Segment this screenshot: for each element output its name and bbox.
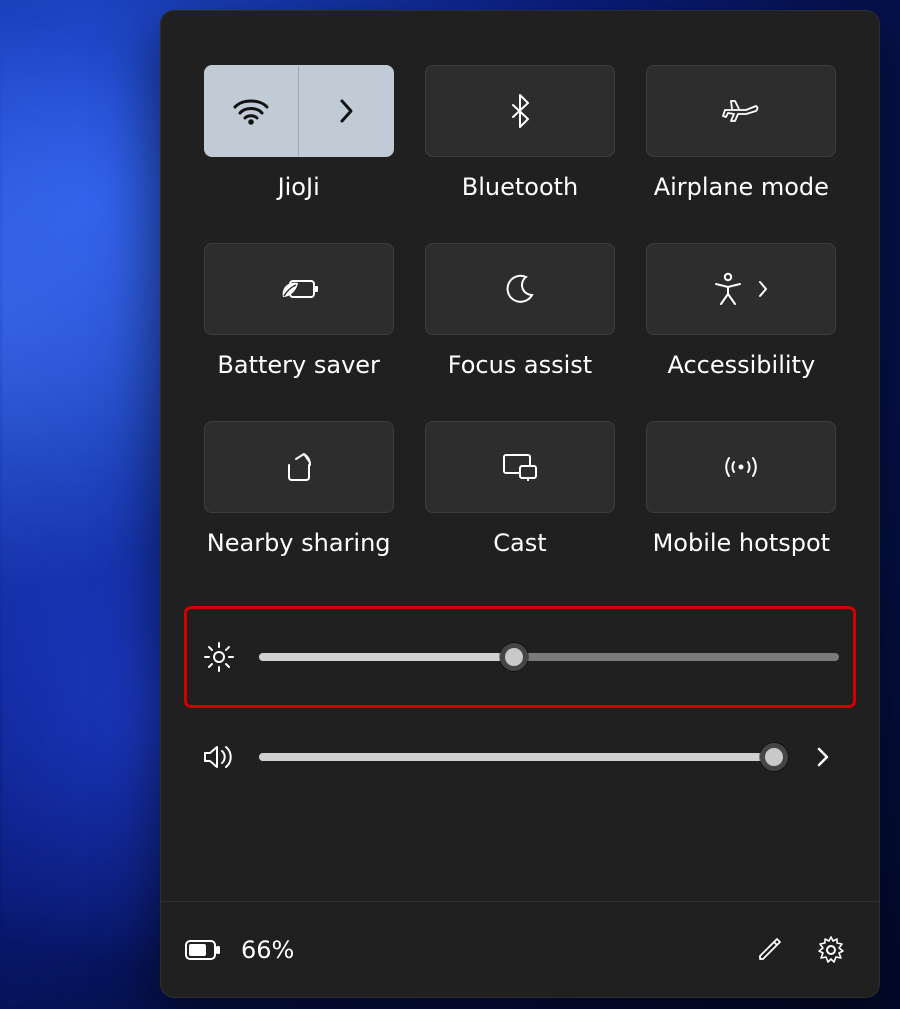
volume-icon — [201, 742, 237, 772]
brightness-icon — [201, 641, 237, 673]
tile-wrap-focus-assist: Focus assist — [422, 243, 617, 409]
moon-icon — [504, 273, 536, 305]
tile-wrap-cast: Cast — [422, 421, 617, 587]
focus-assist-label: Focus assist — [448, 351, 592, 379]
bluetooth-tile[interactable] — [425, 65, 615, 157]
volume-slider[interactable] — [259, 753, 785, 761]
quick-settings-tiles: JioJi Bluetooth Airpla — [161, 11, 879, 587]
battery-saver-tile[interactable] — [204, 243, 394, 335]
bluetooth-icon — [509, 93, 531, 129]
airplane-mode-tile[interactable] — [646, 65, 836, 157]
cast-icon — [500, 452, 540, 482]
brightness-slider-thumb[interactable] — [500, 643, 528, 671]
tile-wrap-wifi: JioJi — [201, 65, 396, 231]
wifi-tile[interactable] — [204, 65, 394, 157]
airplane-mode-label: Airplane mode — [654, 173, 829, 201]
volume-slider-thumb[interactable] — [760, 743, 788, 771]
tile-wrap-battery-saver: Battery saver — [201, 243, 396, 409]
tile-wrap-accessibility: Accessibility — [644, 243, 839, 409]
share-icon — [282, 451, 316, 483]
settings-button[interactable] — [807, 926, 855, 974]
pencil-icon — [755, 936, 783, 964]
quick-settings-footer: 66% — [161, 901, 879, 997]
quick-settings-panel: JioJi Bluetooth Airpla — [160, 10, 880, 998]
airplane-icon — [722, 94, 760, 128]
wifi-toggle[interactable] — [205, 66, 299, 156]
chevron-right-icon — [337, 97, 355, 125]
battery-icon — [185, 939, 221, 961]
tile-wrap-airplane: Airplane mode — [644, 65, 839, 231]
gear-icon — [816, 935, 846, 965]
nearby-sharing-tile[interactable] — [204, 421, 394, 513]
brightness-slider-fill — [259, 653, 514, 661]
nearby-sharing-label: Nearby sharing — [207, 529, 391, 557]
tile-wrap-hotspot: Mobile hotspot — [644, 421, 839, 587]
chevron-right-icon — [757, 279, 769, 299]
sliders-section — [161, 587, 879, 807]
volume-slider-fill — [259, 753, 774, 761]
tile-wrap-bluetooth: Bluetooth — [422, 65, 617, 231]
volume-output-button[interactable] — [807, 745, 839, 769]
mobile-hotspot-label: Mobile hotspot — [653, 529, 831, 557]
battery-saver-label: Battery saver — [217, 351, 380, 379]
tile-wrap-nearby-sharing: Nearby sharing — [201, 421, 396, 587]
battery-percent-text: 66% — [241, 936, 294, 964]
accessibility-tile[interactable] — [646, 243, 836, 335]
accessibility-label: Accessibility — [667, 351, 815, 379]
cast-tile[interactable] — [425, 421, 615, 513]
brightness-slider[interactable] — [259, 653, 839, 661]
wifi-icon — [232, 97, 270, 125]
cast-label: Cast — [493, 529, 546, 557]
bluetooth-label: Bluetooth — [462, 173, 579, 201]
focus-assist-tile[interactable] — [425, 243, 615, 335]
wifi-label: JioJi — [278, 173, 320, 201]
edit-quick-settings-button[interactable] — [745, 926, 793, 974]
mobile-hotspot-tile[interactable] — [646, 421, 836, 513]
chevron-right-icon — [816, 745, 830, 769]
accessibility-icon — [713, 272, 743, 306]
hotspot-icon — [721, 452, 761, 482]
wifi-expand-button[interactable] — [299, 66, 393, 156]
volume-slider-row — [185, 707, 855, 807]
leaf-battery-icon — [278, 275, 320, 303]
brightness-slider-row — [185, 607, 855, 707]
